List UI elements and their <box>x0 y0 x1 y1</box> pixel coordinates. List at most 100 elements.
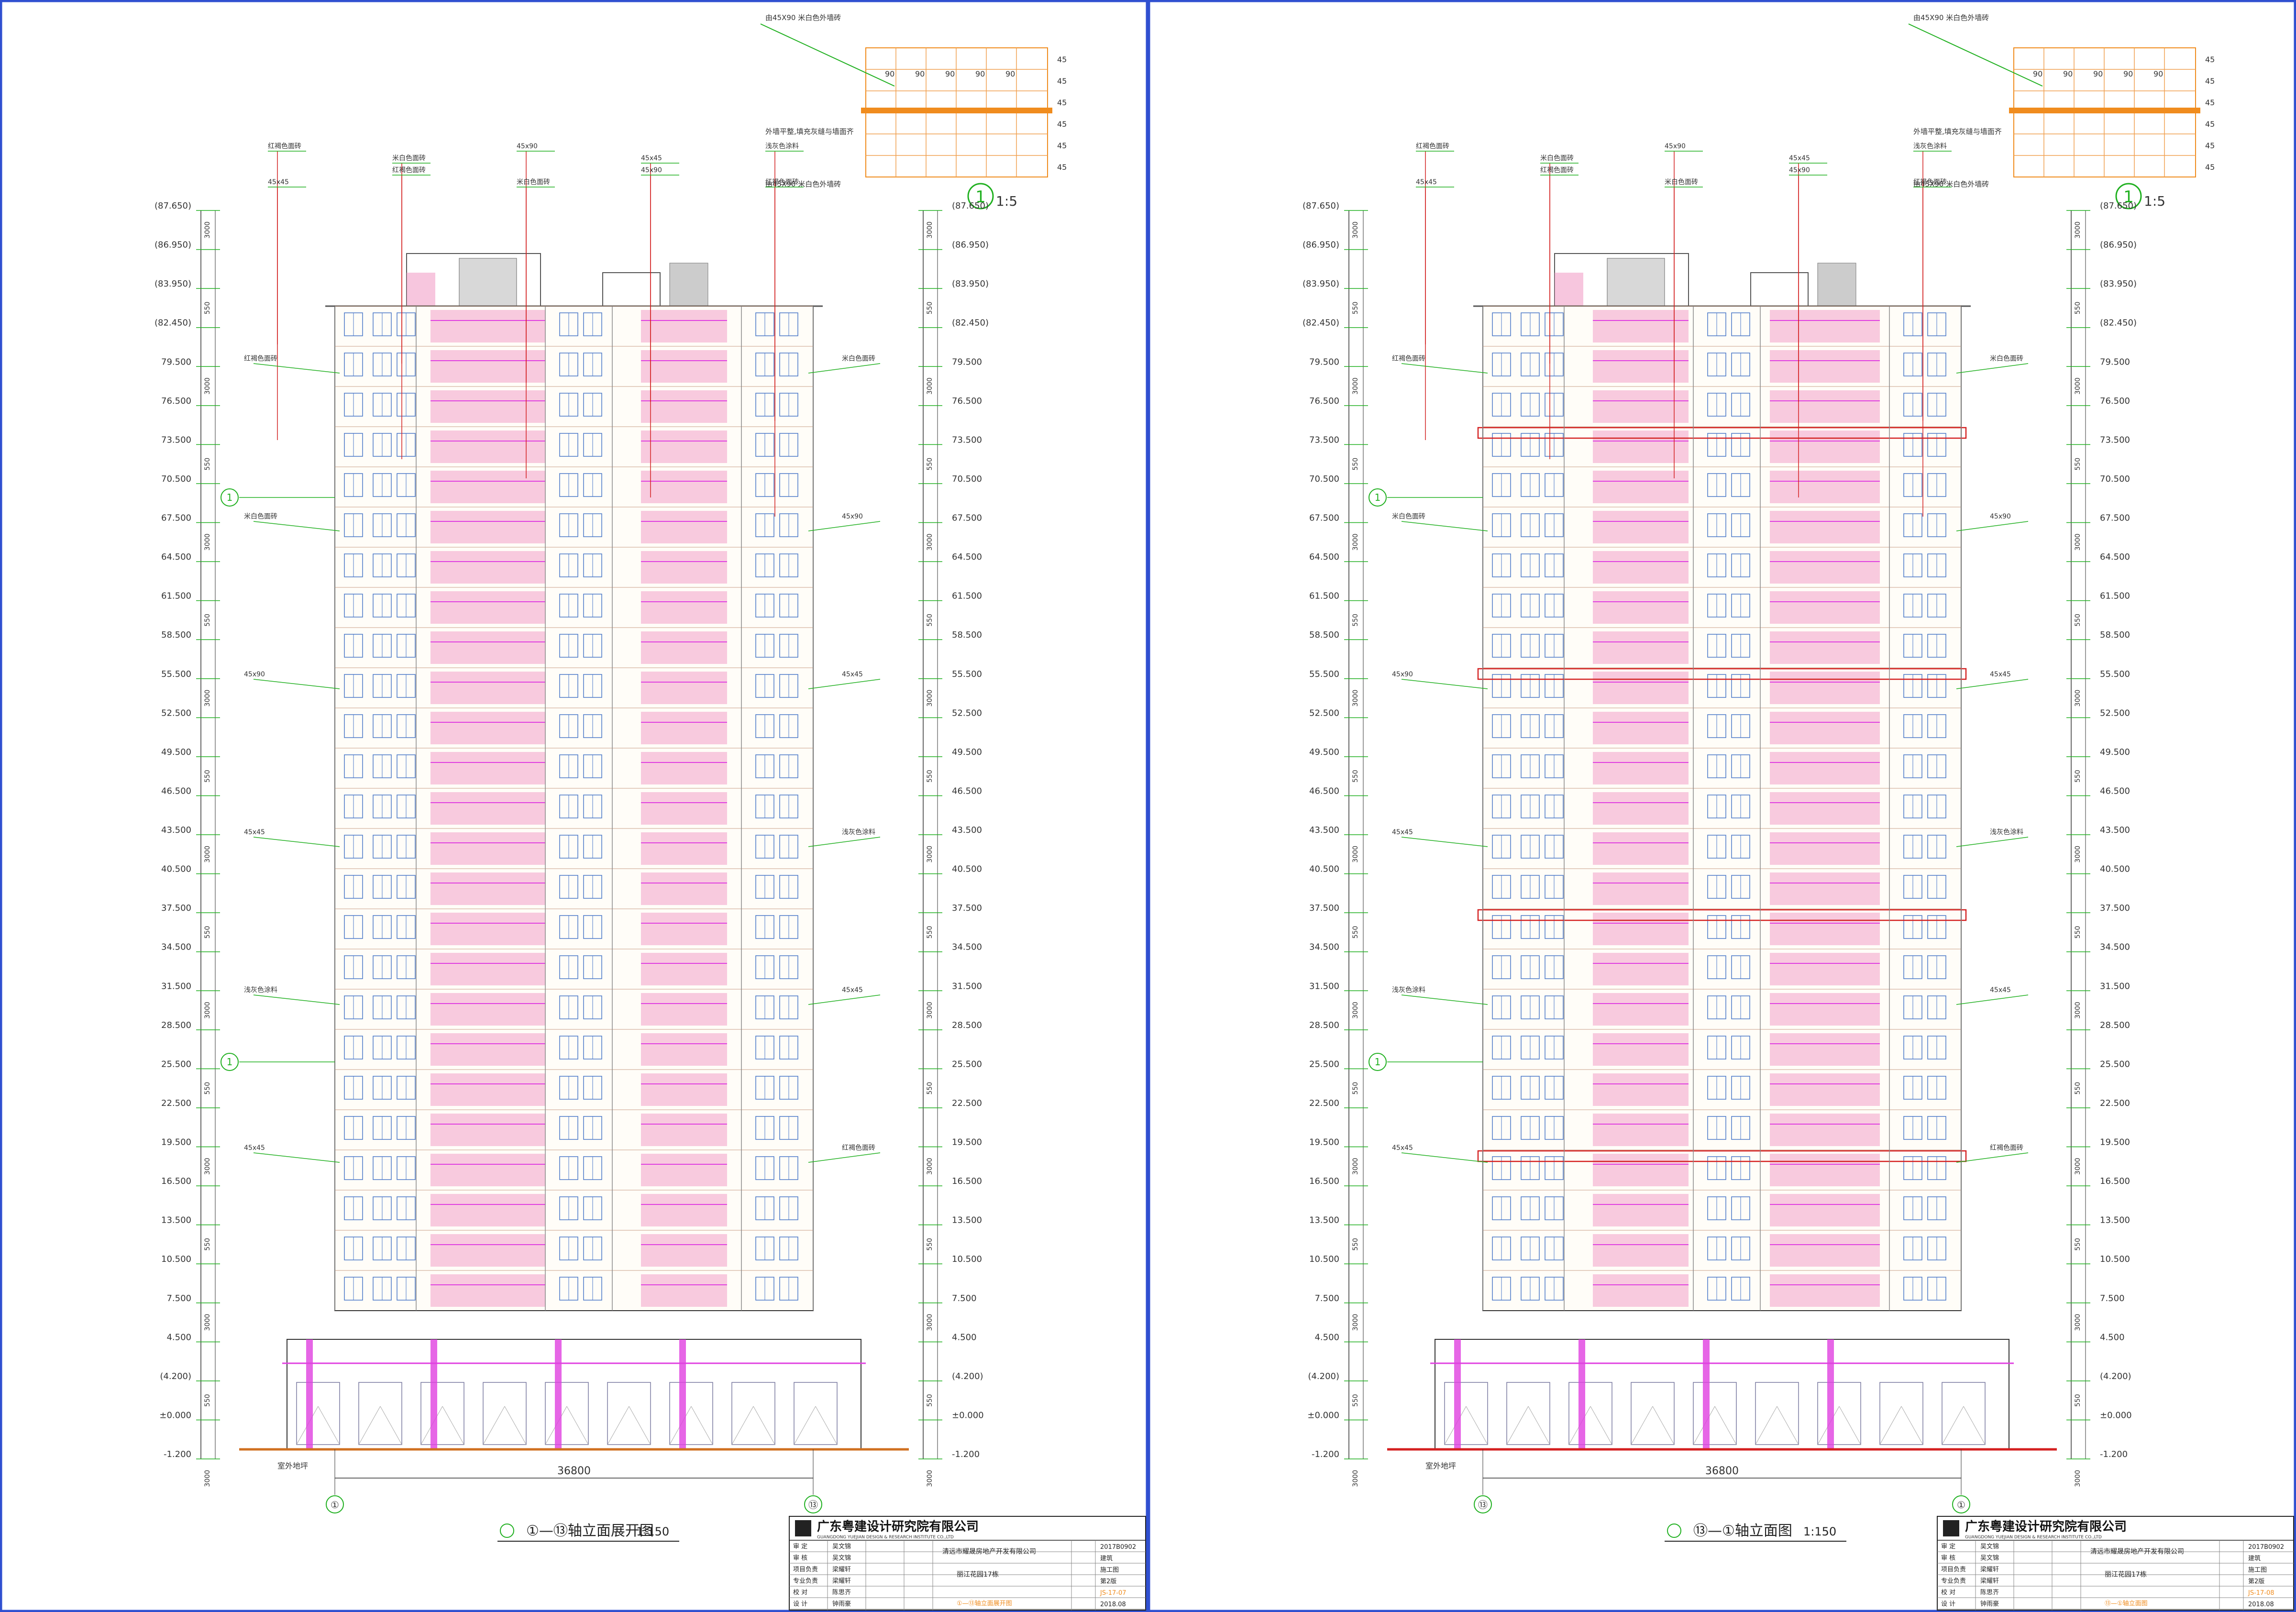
elev-label: ±0.000 <box>1307 1410 1339 1420</box>
pink-balcony-bay <box>1770 1073 1880 1106</box>
roof-lattice-panel <box>459 258 517 307</box>
elev-label: 34.500 <box>2100 942 2130 952</box>
company-name-en: GUANGDONG YUEJIAN DESIGN & RESEARCH INST… <box>817 1535 954 1540</box>
elev-label: 55.500 <box>2100 669 2130 679</box>
pink-balcony-bay <box>1770 913 1880 945</box>
annotation-label: 红褐色面砖 <box>1913 178 1947 186</box>
elev-label: 43.500 <box>952 825 982 835</box>
pink-balcony-bay <box>1770 390 1880 423</box>
detail-note-mid: 外墙平整,填充灰缝与墙面齐 <box>765 127 854 136</box>
elev-label: (87.650) <box>1303 201 1339 211</box>
pink-balcony-bay <box>1593 953 1689 985</box>
side-annotation: 米白色面砖 <box>244 512 277 520</box>
elev-label: 43.500 <box>2100 825 2130 835</box>
dim-label: 3000 <box>204 1002 211 1019</box>
pink-balcony-bay <box>1593 1194 1689 1226</box>
side-leader <box>1956 837 2029 847</box>
detail-note-top: 由45X90 米白色外墙砖 <box>1913 13 1989 22</box>
pink-balcony-bay <box>430 792 545 825</box>
elev-label: (4.200) <box>160 1371 191 1381</box>
side-leader <box>808 994 881 1005</box>
side-leader <box>808 1152 881 1163</box>
podium-column <box>430 1339 437 1449</box>
side-annotation: 45x45 <box>1990 671 2011 678</box>
side-annotation: 45x90 <box>1392 671 1413 678</box>
elev-label: 28.500 <box>952 1020 982 1030</box>
elev-label: 16.500 <box>161 1176 191 1186</box>
side-annotation: 红褐色面砖 <box>1392 354 1425 363</box>
roof-mech-room <box>602 272 661 307</box>
ground-label: 室外地坪 <box>277 1461 308 1470</box>
podium-column <box>1578 1339 1585 1449</box>
dim-label: 3000 <box>2074 1470 2082 1487</box>
title-row-role: 校 对 <box>1941 1589 1955 1596</box>
title-row-name: 吴文锦 <box>1980 1543 1999 1550</box>
side-annotation: 45x45 <box>244 1144 265 1152</box>
pink-balcony-bay <box>1770 431 1880 463</box>
elev-label: 49.500 <box>161 747 191 757</box>
elev-label: (4.200) <box>1308 1371 1339 1381</box>
elev-label: 79.500 <box>161 357 191 367</box>
annotation-label: 45x45 <box>268 178 289 186</box>
side-annotation: 红褐色面砖 <box>1990 1144 2023 1152</box>
pink-balcony-bay <box>430 1194 545 1226</box>
elev-label: 67.500 <box>952 513 982 523</box>
pink-balcony-bay <box>430 1073 545 1106</box>
side-leader <box>253 994 340 1005</box>
elev-label: 31.500 <box>161 981 191 991</box>
dim-label: 550 <box>204 1394 211 1407</box>
pink-balcony-bay <box>1593 792 1689 825</box>
roof-gray-block <box>1817 263 1856 307</box>
pink-balcony-bay <box>641 913 727 945</box>
title-drawing-name: ①—⑬轴立面展开图 <box>957 1600 1012 1607</box>
dim-label: 3000 <box>926 846 934 863</box>
dim-label: 550 <box>2074 1394 2082 1407</box>
dim-label: 550 <box>1352 614 1359 627</box>
pink-balcony-bay <box>1770 832 1880 865</box>
title-row-name: 钟雨豪 <box>832 1600 851 1608</box>
side-leader <box>253 837 340 847</box>
dim-label: 3000 <box>926 1002 934 1019</box>
title-row-role: 设 计 <box>1941 1601 1955 1608</box>
elev-label: 34.500 <box>161 942 191 952</box>
elev-label: 22.500 <box>1309 1098 1339 1108</box>
pink-balcony-bay <box>1770 1154 1880 1186</box>
elev-label: 58.500 <box>1309 630 1339 640</box>
side-annotation: 红褐色面砖 <box>244 354 277 363</box>
dim-label: 550 <box>2074 926 2082 939</box>
elev-label: (83.950) <box>952 279 989 289</box>
title-bubble <box>1667 1524 1681 1538</box>
detail-dim-label: 90 <box>915 69 925 78</box>
pink-balcony-bay <box>641 993 727 1026</box>
elev-label: 28.500 <box>2100 1020 2130 1030</box>
detail-dim-label: 90 <box>2123 69 2133 78</box>
elev-label: 10.500 <box>161 1254 191 1264</box>
elev-label: (82.450) <box>1303 318 1339 328</box>
dim-label: 550 <box>2074 302 2082 315</box>
title-drawing-name: ⑬—①轴立面图 <box>2105 1600 2148 1607</box>
title-row-name: 梁耀轩 <box>1980 1578 1999 1585</box>
pink-balcony-bay <box>641 350 727 383</box>
elev-label: 40.500 <box>1309 864 1339 874</box>
podium-column <box>679 1339 686 1449</box>
dim-label: 3000 <box>926 221 934 239</box>
elev-label: 19.500 <box>161 1137 191 1148</box>
client-name: 清远市耀晟房地产开发有限公司 <box>942 1547 1036 1556</box>
dim-label: 3000 <box>2074 1314 2082 1331</box>
annotation-label: 红褐色面砖 <box>1416 142 1449 150</box>
pink-balcony-bay <box>1593 712 1689 744</box>
elev-label: 13.500 <box>1309 1215 1339 1226</box>
side-leader <box>1401 521 1488 531</box>
elev-label: 58.500 <box>952 630 982 640</box>
elev-label: 73.500 <box>2100 435 2130 445</box>
pink-balcony-bay <box>1770 1274 1880 1307</box>
elev-label: 46.500 <box>952 786 982 796</box>
title-row-role: 审 核 <box>793 1555 807 1562</box>
roof-pink-panel <box>1555 273 1583 306</box>
title-row-role: 审 核 <box>1941 1555 1955 1562</box>
elev-label: 70.500 <box>2100 474 2130 484</box>
pink-balcony-bay <box>1770 511 1880 543</box>
detail-dim-label: 90 <box>885 69 894 78</box>
pink-balcony-bay <box>1593 631 1689 664</box>
elev-label: 67.500 <box>1309 513 1339 523</box>
